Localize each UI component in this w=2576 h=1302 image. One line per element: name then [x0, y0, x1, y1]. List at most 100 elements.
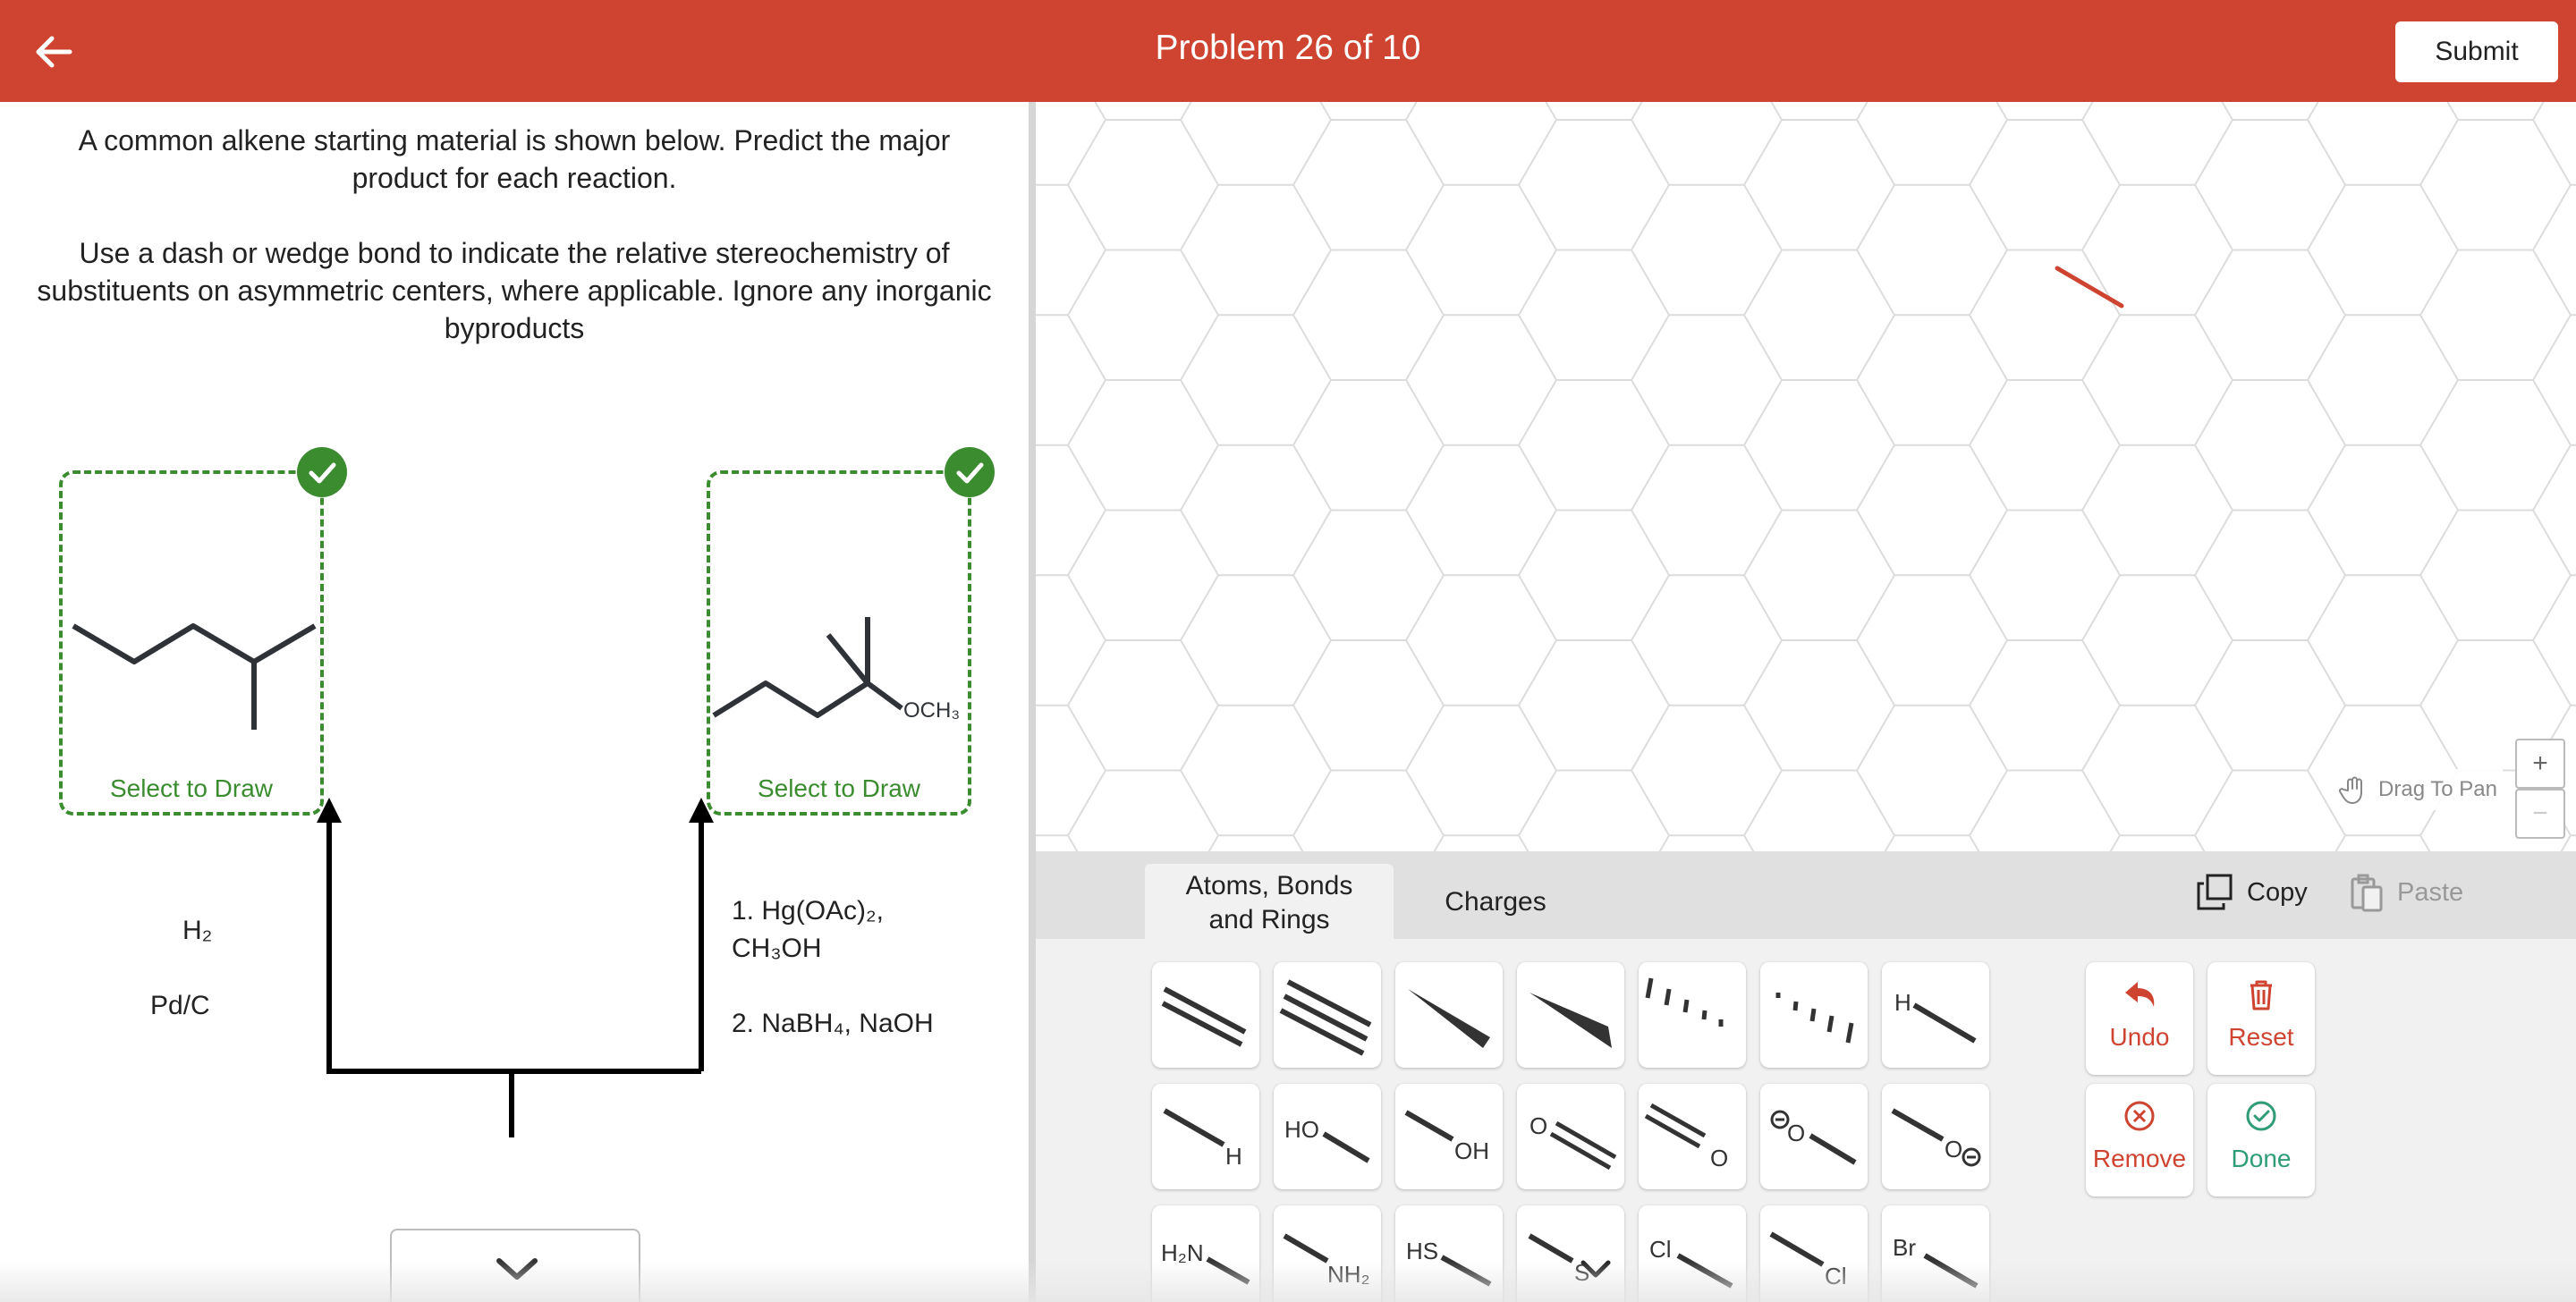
- drag-to-pan-hint: Drag To Pan: [2332, 769, 2503, 810]
- header-bar: Problem 26 of 10 Submit: [0, 0, 2576, 102]
- svg-text:HS: HS: [1406, 1238, 1438, 1264]
- tab-label-line1: Atoms, Bonds: [1185, 871, 1353, 900]
- reagent-ch3oh: CH₃OH: [732, 934, 822, 963]
- reverse-wedge-bond-icon: [1530, 993, 1612, 1048]
- cl-bond-icon: Cl: [1649, 1236, 1733, 1289]
- svg-text:O: O: [1530, 1112, 1547, 1139]
- oxide-anion-right-icon: O: [1891, 1108, 1981, 1167]
- svg-text:O: O: [1787, 1120, 1805, 1146]
- nh2-bond-icon: NH₂: [1283, 1233, 1370, 1288]
- tab-label-line2: and Rings: [1208, 905, 1330, 934]
- chevron-down-icon: [496, 1258, 538, 1280]
- page-title: Problem 26 of 10: [1155, 29, 1421, 67]
- undo-label: Undo: [2109, 1023, 2170, 1051]
- svg-text:NH₂: NH₂: [1327, 1261, 1370, 1288]
- cl-right-bond-icon: Cl: [1769, 1231, 1847, 1289]
- toolbar-tabs: Atoms, Bonds and Rings Charges Copy Past…: [1036, 851, 2576, 939]
- copy-icon: [2197, 874, 2233, 910]
- h-bond-tool[interactable]: H: [1882, 962, 1989, 1068]
- svg-text:O: O: [1710, 1145, 1728, 1171]
- paste-button[interactable]: Paste: [2349, 873, 2463, 912]
- tab-atoms-bonds-rings[interactable]: Atoms, Bonds and Rings: [1145, 864, 1394, 939]
- expand-button[interactable]: [390, 1229, 640, 1302]
- double-bond-o-right-icon: O: [1644, 1103, 1728, 1171]
- svg-text:H: H: [1894, 989, 1911, 1016]
- h2n-bond-tool[interactable]: H₂N: [1152, 1205, 1259, 1302]
- check-circle-icon: [2246, 1101, 2276, 1131]
- hash-bond-tool[interactable]: [1639, 962, 1746, 1068]
- reverse-hash-bond-icon: [1775, 993, 1854, 1044]
- oh-bond-icon: OH: [1404, 1110, 1489, 1164]
- cl-bond-tool[interactable]: Cl: [1639, 1205, 1746, 1302]
- reverse-wedge-bond-tool[interactable]: [1517, 962, 1624, 1068]
- double-bond-o-icon: O: [1530, 1112, 1617, 1171]
- done-label: Done: [2231, 1145, 2292, 1172]
- h2n-bond-icon: H₂N: [1161, 1239, 1250, 1285]
- drawn-bond[interactable]: [1036, 102, 2576, 851]
- oxide-anion-right-tool[interactable]: O: [1882, 1084, 1989, 1189]
- reagent-pd-c: Pd/C: [150, 991, 210, 1020]
- close-circle-icon: [2124, 1101, 2155, 1131]
- reverse-hash-bond-tool[interactable]: [1760, 962, 1868, 1068]
- reset-label: Reset: [2228, 1023, 2294, 1051]
- copy-button[interactable]: Copy: [2195, 873, 2308, 912]
- zoom-in-button[interactable]: +: [2515, 739, 2565, 789]
- paste-label: Paste: [2397, 877, 2464, 907]
- svg-text:Cl: Cl: [1649, 1236, 1672, 1263]
- ho-bond-icon: HO: [1284, 1116, 1370, 1163]
- carbonyl-o-left-tool[interactable]: O: [1517, 1084, 1624, 1189]
- ho-bond-tool[interactable]: HO: [1274, 1084, 1381, 1189]
- drawing-toolbar: Atoms, Bonds and Rings Charges Copy Past…: [1036, 851, 2576, 1302]
- done-button[interactable]: Done: [2207, 1084, 2315, 1196]
- carbonyl-o-right-tool[interactable]: O: [1639, 1084, 1746, 1189]
- hs-bond-tool[interactable]: HS: [1395, 1205, 1503, 1302]
- undo-icon: [2125, 982, 2155, 1007]
- svg-text:HO: HO: [1284, 1116, 1319, 1143]
- h-single-bond-icon: H: [1894, 989, 1977, 1044]
- remove-button[interactable]: Remove: [2086, 1084, 2193, 1196]
- panel-divider[interactable]: [1029, 102, 1036, 1302]
- remove-label: Remove: [2092, 1145, 2187, 1172]
- reagent-hg-oac: 1. Hg(OAc)₂,: [732, 896, 885, 926]
- trash-icon: [2250, 980, 2272, 1010]
- hand-icon: [2339, 776, 2363, 804]
- drag-to-pan-label: Drag To Pan: [2378, 777, 2497, 801]
- reset-button[interactable]: Reset: [2207, 962, 2315, 1075]
- reaction-arrows: [317, 798, 714, 1137]
- wedge-bond-icon: [1408, 989, 1490, 1048]
- svg-text:H: H: [1225, 1143, 1242, 1170]
- wedge-bond-tool[interactable]: [1395, 962, 1503, 1068]
- submit-button[interactable]: Submit: [2395, 21, 2558, 82]
- cl-right-bond-tool[interactable]: Cl: [1760, 1205, 1868, 1302]
- reagent-nabh4: 2. NaBH₄, NaOH: [732, 1009, 934, 1038]
- double-bond-tool[interactable]: [1152, 962, 1259, 1068]
- clipboard-icon: [2351, 874, 2383, 912]
- drawing-canvas[interactable]: Drag To Pan + −: [1036, 102, 2576, 851]
- svg-text:O: O: [1945, 1136, 1962, 1162]
- nh2-bond-tool[interactable]: NH₂: [1274, 1205, 1381, 1302]
- svg-text:Cl: Cl: [1825, 1263, 1847, 1289]
- triple-bond-icon: [1279, 979, 1372, 1056]
- hash-bond-icon: [1645, 977, 1724, 1027]
- copy-label: Copy: [2247, 877, 2308, 907]
- oxide-anion-icon: O: [1770, 1110, 1857, 1165]
- undo-button[interactable]: Undo: [2086, 962, 2193, 1075]
- bond-h-right-tool[interactable]: H: [1152, 1084, 1259, 1189]
- problem-panel: A common alkene starting material is sho…: [0, 102, 1029, 1302]
- triple-bond-tool[interactable]: [1274, 962, 1381, 1068]
- reagent-h2: H₂: [182, 916, 213, 945]
- tab-charges[interactable]: Charges: [1424, 864, 1567, 939]
- hs-bond-icon: HS: [1406, 1238, 1492, 1287]
- s-bond-icon: S: [1528, 1233, 1611, 1286]
- app: Problem 26 of 10 Submit A common alkene …: [0, 0, 2576, 1302]
- svg-text:H₂N: H₂N: [1161, 1239, 1204, 1266]
- svg-text:Br: Br: [1893, 1234, 1916, 1261]
- double-bond-icon: [1161, 986, 1247, 1047]
- br-bond-icon: Br: [1893, 1234, 1979, 1289]
- oh-bond-tool[interactable]: OH: [1395, 1084, 1503, 1189]
- oxide-anion-left-tool[interactable]: O: [1760, 1084, 1868, 1189]
- s-bond-tool[interactable]: S: [1517, 1205, 1624, 1302]
- bond-h-icon: H: [1163, 1108, 1242, 1170]
- zoom-out-button[interactable]: −: [2515, 789, 2565, 839]
- br-bond-tool[interactable]: Br: [1882, 1205, 1989, 1302]
